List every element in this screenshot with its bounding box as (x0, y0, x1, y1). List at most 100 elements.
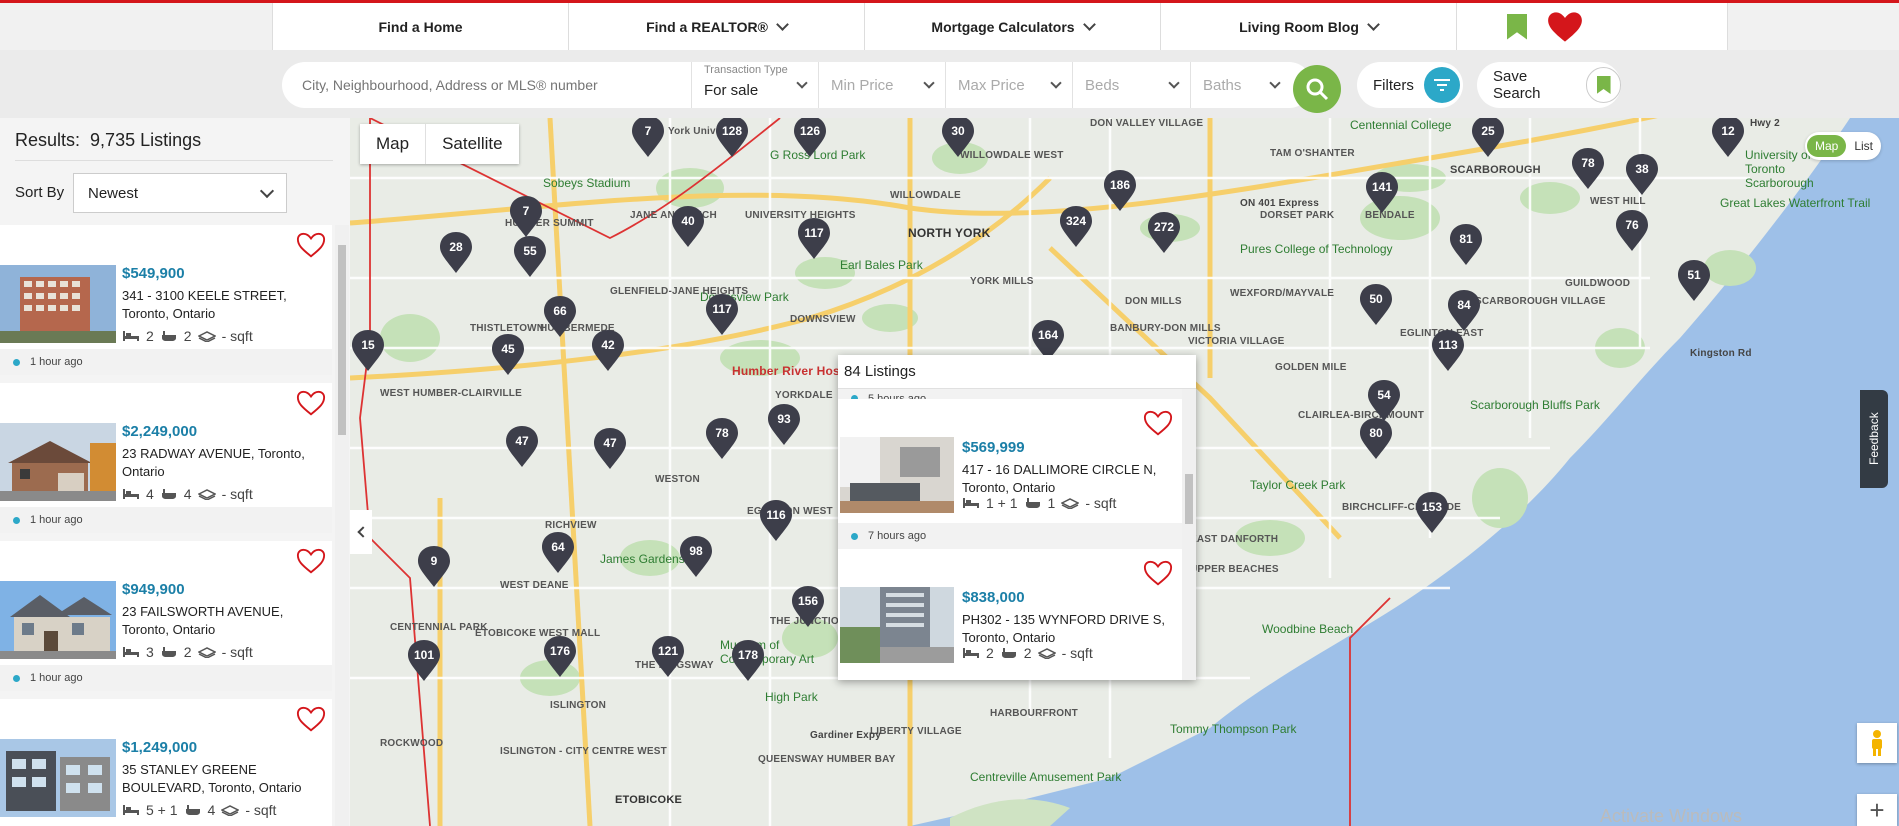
cluster-marker[interactable]: 47 (592, 426, 628, 470)
listing-card[interactable]: $2,249,000 23 RADWAY AVENUE, Toronto, On… (0, 383, 332, 533)
search-input[interactable] (282, 62, 692, 108)
cluster-marker[interactable]: 30 (940, 118, 976, 158)
list-view-button[interactable]: List (1846, 135, 1881, 157)
transaction-type-select[interactable]: Transaction Type For sale (692, 62, 819, 108)
listing-address[interactable]: 23 FAILSWORTH AVENUE, Toronto, Ontario (122, 603, 327, 639)
listing-photo[interactable] (0, 265, 116, 343)
cluster-marker[interactable]: 7 (508, 194, 544, 238)
cluster-marker[interactable]: 178 (730, 638, 766, 682)
cluster-marker[interactable]: 66 (542, 294, 578, 338)
listing-photo[interactable] (0, 739, 116, 817)
scrollbar-thumb[interactable] (1185, 474, 1193, 524)
favorite-heart-icon[interactable] (1143, 559, 1173, 587)
cluster-marker[interactable]: 47 (504, 424, 540, 468)
cluster-marker[interactable]: 126 (792, 118, 828, 158)
listing-price[interactable]: $569,999 (962, 439, 1025, 456)
cluster-marker[interactable]: 272 (1146, 210, 1182, 254)
cluster-marker[interactable]: 78 (1570, 146, 1606, 190)
save-search-button[interactable]: Save Search (1477, 62, 1621, 108)
cluster-marker[interactable]: 55 (512, 234, 548, 278)
cluster-marker[interactable]: 25 (1470, 118, 1506, 158)
cluster-marker[interactable]: 128 (714, 118, 750, 158)
street-view-pegman[interactable] (1857, 723, 1897, 763)
max-price-select[interactable]: Max Price (946, 62, 1073, 108)
cluster-marker[interactable]: 116 (758, 498, 794, 542)
favorite-heart-icon[interactable] (296, 389, 326, 417)
cluster-marker[interactable]: 101 (406, 638, 442, 682)
listing-card[interactable]: $1,249,000 35 STANLEY GREENE BOULEVARD, … (0, 699, 332, 826)
search-button[interactable] (1293, 65, 1341, 113)
cluster-marker[interactable]: 51 (1676, 258, 1712, 302)
cluster-marker[interactable]: 98 (678, 534, 714, 578)
nav-find-a-realtor[interactable]: Find a REALTOR® (569, 3, 865, 50)
popup-scrollbar[interactable] (1182, 389, 1196, 680)
cluster-marker[interactable]: 15 (350, 328, 386, 372)
sort-by-select[interactable]: Newest (73, 173, 287, 213)
cluster-marker[interactable]: 9 (416, 544, 452, 588)
listing-card[interactable]: $569,999 417 - 16 DALLIMORE CIRCLE N, To… (838, 399, 1182, 549)
nav-living-room-blog[interactable]: Living Room Blog (1161, 3, 1457, 50)
cluster-marker[interactable]: 40 (670, 204, 706, 248)
cluster-marker[interactable]: 81 (1448, 222, 1484, 266)
feedback-tab[interactable]: Feedback (1860, 390, 1888, 488)
cluster-marker[interactable]: 176 (542, 634, 578, 678)
beds-select[interactable]: Beds (1073, 62, 1191, 108)
min-price-select[interactable]: Min Price (819, 62, 946, 108)
map-type-satellite-button[interactable]: Satellite (425, 124, 518, 164)
cluster-marker[interactable]: 153 (1414, 490, 1450, 534)
listing-address[interactable]: 23 RADWAY AVENUE, Toronto, Ontario (122, 445, 327, 481)
listing-card[interactable]: $838,000 PH302 - 135 WYNFORD DRIVE S, To… (838, 549, 1182, 680)
map-type-map-button[interactable]: Map (360, 124, 425, 164)
baths-select[interactable]: Baths (1191, 62, 1291, 108)
cluster-marker[interactable]: 117 (704, 292, 740, 336)
listing-price[interactable]: $949,900 (122, 581, 185, 598)
listing-photo[interactable] (0, 581, 116, 659)
listing-address[interactable]: 35 STANLEY GREENE BOULEVARD, Toronto, On… (122, 761, 327, 797)
nav-mortgage-calculators[interactable]: Mortgage Calculators (865, 3, 1161, 50)
cluster-marker[interactable]: 64 (540, 530, 576, 574)
map-view-button[interactable]: Map (1807, 135, 1847, 157)
listing-card[interactable]: $549,900 341 - 3100 KEELE STREET, Toront… (0, 225, 332, 375)
cluster-marker[interactable]: 121 (650, 634, 686, 678)
cluster-marker[interactable]: 45 (490, 332, 526, 376)
cluster-marker[interactable]: 117 (796, 216, 832, 260)
listing-price[interactable]: $2,249,000 (122, 423, 197, 440)
listing-price[interactable]: $838,000 (962, 589, 1025, 606)
cluster-marker[interactable]: 93 (766, 402, 802, 446)
collapse-panel-button[interactable] (350, 510, 372, 554)
listing-price[interactable]: $1,249,000 (122, 739, 197, 756)
cluster-marker[interactable]: 78 (704, 416, 740, 460)
listing-price[interactable]: $549,900 (122, 265, 185, 282)
listing-photo[interactable] (840, 437, 954, 513)
cluster-marker[interactable]: 76 (1614, 208, 1650, 252)
listing-photo[interactable] (0, 423, 116, 501)
cluster-marker[interactable]: 186 (1102, 168, 1138, 212)
bookmark-icon[interactable] (1507, 13, 1527, 40)
results-scrollbar[interactable] (335, 225, 349, 826)
cluster-marker[interactable]: 42 (590, 328, 626, 372)
favorite-heart-icon[interactable] (296, 547, 326, 575)
scrollbar-thumb[interactable] (338, 245, 346, 435)
cluster-marker[interactable]: 141 (1364, 170, 1400, 214)
favorite-heart-icon[interactable] (296, 231, 326, 259)
cluster-marker[interactable]: 28 (438, 230, 474, 274)
favorite-heart-icon[interactable] (296, 705, 326, 733)
cluster-marker[interactable]: 38 (1624, 152, 1660, 196)
listing-address[interactable]: 341 - 3100 KEELE STREET, Toronto, Ontari… (122, 287, 327, 323)
favorite-heart-icon[interactable] (1143, 409, 1173, 437)
cluster-marker[interactable]: 113 (1430, 328, 1466, 372)
nav-find-a-home[interactable]: Find a Home (273, 3, 569, 50)
cluster-marker[interactable]: 156 (790, 584, 826, 628)
filters-button[interactable]: Filters (1357, 62, 1463, 108)
listing-address[interactable]: PH302 - 135 WYNFORD DRIVE S, Toronto, On… (962, 611, 1172, 647)
listing-address[interactable]: 417 - 16 DALLIMORE CIRCLE N, Toronto, On… (962, 461, 1172, 497)
cluster-marker[interactable]: 80 (1358, 416, 1394, 460)
heart-icon[interactable] (1547, 11, 1583, 43)
cluster-marker[interactable]: 7 (630, 118, 666, 158)
listing-photo[interactable] (840, 587, 954, 663)
cluster-marker[interactable]: 12 (1710, 118, 1746, 158)
zoom-in-button[interactable]: + (1857, 794, 1897, 826)
cluster-marker[interactable]: 50 (1358, 282, 1394, 326)
listing-card[interactable]: $949,900 23 FAILSWORTH AVENUE, Toronto, … (0, 541, 332, 691)
cluster-marker[interactable]: 324 (1058, 204, 1094, 248)
